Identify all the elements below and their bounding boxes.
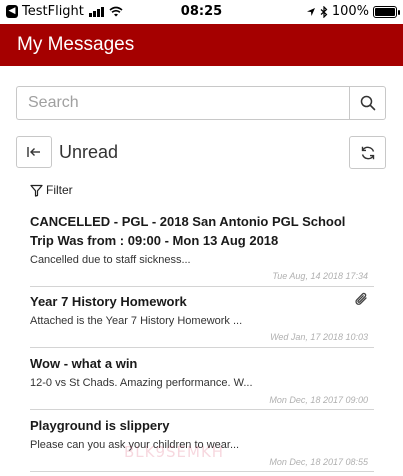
message-title: Year 7 History Homework [30, 294, 187, 309]
status-bar: ◀ TestFlight 08:25 100% [0, 0, 403, 24]
filter-icon [30, 184, 43, 197]
location-icon [306, 7, 315, 16]
collapse-folders-button[interactable] [16, 136, 52, 168]
watermark: BLK9SEMKH [124, 443, 225, 461]
message-title: CANCELLED - PGL - 2018 San Antonio PGL S… [30, 214, 346, 248]
search-bar [16, 86, 386, 120]
battery-fill [375, 7, 395, 16]
status-right: 100% [306, 4, 400, 19]
message-title: Playground is slippery [30, 418, 170, 433]
message-date: Mon Dec, 18 2017 09:00 [269, 395, 368, 405]
bluetooth-icon [320, 5, 328, 18]
message-preview: 12-0 vs St Chads. Amazing performance. W… [30, 377, 253, 389]
message-date: Wed Jan, 17 2018 10:03 [270, 332, 368, 342]
collapse-left-icon [27, 147, 40, 157]
search-icon [360, 95, 375, 111]
message-date: Tue Aug, 14 2018 17:34 [272, 271, 368, 281]
message-item[interactable]: Year 7 History Homework Attached is the … [30, 287, 374, 348]
filter-toggle[interactable]: Filter [30, 183, 73, 197]
message-preview: Cancelled due to staff sickness... [30, 254, 191, 266]
message-item[interactable]: Wow - what a win 12-0 vs St Chads. Amazi… [30, 348, 374, 410]
message-item[interactable]: CANCELLED - PGL - 2018 San Antonio PGL S… [30, 207, 374, 287]
search-input[interactable] [16, 86, 349, 120]
message-preview: Attached is the Year 7 History Homework … [30, 315, 243, 327]
message-list: CANCELLED - PGL - 2018 San Antonio PGL S… [30, 207, 374, 472]
refresh-button[interactable] [349, 136, 386, 169]
battery-icon [373, 5, 400, 18]
folder-label: Unread [59, 142, 119, 162]
refresh-icon [361, 146, 374, 159]
page-title: My Messages [17, 34, 135, 55]
battery-percent: 100% [331, 4, 369, 19]
paperclip-icon [355, 292, 367, 305]
message-item[interactable]: Playground is slippery Please can you as… [30, 410, 374, 472]
search-button[interactable] [349, 86, 386, 120]
app-header: My Messages [0, 24, 403, 66]
filter-label: Filter [46, 183, 73, 197]
message-title: Wow - what a win [30, 356, 138, 371]
folder-controls: Unread [16, 136, 386, 169]
